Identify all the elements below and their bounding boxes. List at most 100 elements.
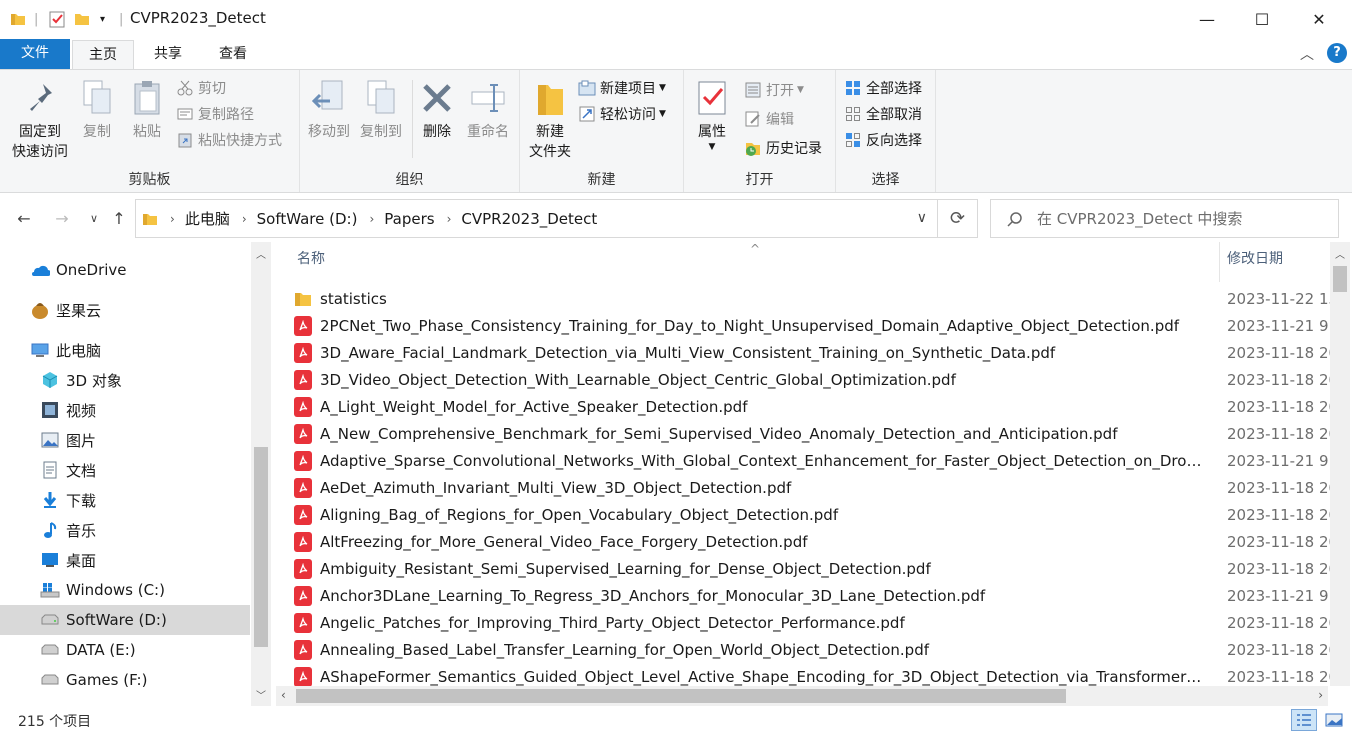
file-row[interactable]: AeDet_Azimuth_Invariant_Multi_View_3D_Ob… <box>294 474 1338 501</box>
scissors-icon <box>176 79 194 97</box>
select-none-button[interactable]: 全部取消 <box>844 102 922 126</box>
file-row[interactable]: 3D_Aware_Facial_Landmark_Detection_via_M… <box>294 339 1338 366</box>
file-row[interactable]: AltFreezing_for_More_General_Video_Face_… <box>294 528 1338 555</box>
paste-button[interactable]: 粘贴 <box>124 76 170 142</box>
nav-pane-scrollbar[interactable]: ︿ ﹀ <box>251 242 271 706</box>
delete-button[interactable]: 删除 <box>416 76 458 142</box>
file-row[interactable]: 2PCNet_Two_Phase_Consistency_Training_fo… <box>294 312 1334 339</box>
scrollbar-thumb[interactable] <box>1333 266 1347 292</box>
copy-path-button[interactable]: 复制路径 <box>176 102 254 126</box>
nav-item-nutstore[interactable]: 坚果云 <box>0 295 250 325</box>
help-icon[interactable]: ? <box>1327 43 1347 63</box>
close-button[interactable]: ✕ <box>1292 0 1346 38</box>
horizontal-scrollbar[interactable]: ‹ › <box>276 686 1328 706</box>
address-dropdown-chevron-icon[interactable]: ∨ <box>917 210 927 226</box>
details-view-icon[interactable] <box>1291 709 1317 731</box>
easy-access-button[interactable]: 轻松访问 ▼ <box>578 102 666 126</box>
back-arrow-icon[interactable]: ← <box>12 206 36 230</box>
address-bar[interactable]: › 此电脑 › SoftWare (D:) › Papers › CVPR202… <box>135 199 938 238</box>
file-name: 2PCNet_Two_Phase_Consistency_Training_fo… <box>320 316 1180 335</box>
file-row[interactable]: Angelic_Patches_for_Improving_Third_Part… <box>294 609 1338 636</box>
file-row[interactable]: Adaptive_Sparse_Convolutional_Networks_W… <box>294 447 1334 474</box>
new-folder-button[interactable]: 新建 文件夹 <box>524 76 576 162</box>
rename-button[interactable]: 重命名 <box>462 76 514 142</box>
file-row[interactable]: Ambiguity_Resistant_Semi_Supervised_Lear… <box>294 555 1338 582</box>
folder-icon[interactable] <box>10 9 26 29</box>
nav-item-this-pc[interactable]: 此电脑 <box>0 335 250 365</box>
nav-item-music[interactable]: 音乐 <box>0 515 250 545</box>
breadcrumb-papers[interactable]: Papers <box>384 210 434 228</box>
search-box[interactable] <box>990 199 1339 238</box>
breadcrumb-separator[interactable]: › <box>447 212 452 226</box>
copy-button[interactable]: 复制 <box>76 76 118 142</box>
breadcrumb-current-folder[interactable]: CVPR2023_Detect <box>461 210 597 228</box>
this-pc-icon <box>30 340 50 360</box>
select-all-button[interactable]: 全部选择 <box>844 76 922 100</box>
refresh-icon[interactable]: ⟳ <box>938 199 978 238</box>
select-group-label: 选择 <box>871 172 900 188</box>
customize-qat-chevron-icon[interactable]: ▾ <box>100 9 105 29</box>
forward-arrow-icon[interactable]: → <box>50 206 74 230</box>
scroll-right-chevron-icon[interactable]: › <box>1318 688 1323 702</box>
open-button[interactable]: 打开 ▼ <box>744 78 804 102</box>
3d-objects-icon <box>40 370 60 390</box>
minimize-button[interactable]: — <box>1180 0 1234 38</box>
scroll-left-chevron-icon[interactable]: ‹ <box>281 688 286 702</box>
nav-item-downloads[interactable]: 下载 <box>0 485 250 515</box>
scrollbar-thumb[interactable] <box>254 447 268 647</box>
column-header-date[interactable]: 修改日期 <box>1227 248 1283 268</box>
folder-row[interactable]: statistics 2023-11-22 15 <box>294 285 1338 312</box>
breadcrumb-separator[interactable]: › <box>369 212 374 226</box>
search-input[interactable] <box>1037 209 1327 228</box>
column-header-name[interactable]: 名称 <box>297 248 325 268</box>
pin-quick-access-button[interactable]: 固定到 快速访问 <box>6 76 74 162</box>
properties-button[interactable]: 属性 ▼ <box>688 76 736 152</box>
collapse-ribbon-chevron-icon[interactable]: ︿ <box>1300 44 1314 64</box>
new-folder-quick-icon[interactable] <box>74 9 90 29</box>
properties-quick-icon[interactable] <box>48 9 66 29</box>
large-icons-view-icon[interactable] <box>1322 709 1346 731</box>
breadcrumb-separator[interactable]: › <box>242 212 247 226</box>
file-row[interactable]: Aligning_Bag_of_Regions_for_Open_Vocabul… <box>294 501 1338 528</box>
invert-selection-button[interactable]: 反向选择 <box>844 128 922 152</box>
nav-item-desktop[interactable]: 桌面 <box>0 545 250 575</box>
new-item-button[interactable]: 新建项目 ▼ <box>578 76 666 100</box>
breadcrumb-this-pc[interactable]: 此电脑 <box>185 208 230 229</box>
nav-item-pictures[interactable]: 图片 <box>0 425 250 455</box>
tab-share[interactable]: 共享 <box>140 40 196 69</box>
nav-item-videos[interactable]: 视频 <box>0 395 250 425</box>
nav-item-games-f[interactable]: Games (F:) <box>0 665 250 695</box>
file-row[interactable]: 3D_Video_Object_Detection_With_Learnable… <box>294 366 1338 393</box>
up-arrow-icon[interactable]: ↑ <box>107 206 131 230</box>
tab-file[interactable]: 文件 <box>0 39 70 69</box>
file-row[interactable]: Anchor3DLane_Learning_To_Regress_3D_Anch… <box>294 582 1334 609</box>
edit-label: 编辑 <box>766 112 794 128</box>
tab-home[interactable]: 主页 <box>72 40 134 69</box>
file-list-scrollbar[interactable]: ︿ <box>1330 242 1350 686</box>
history-button[interactable]: 历史记录 <box>744 136 822 160</box>
maximize-button[interactable]: ☐ <box>1235 0 1289 38</box>
nav-item-documents[interactable]: 文档 <box>0 455 250 485</box>
scroll-down-chevron-icon[interactable]: ﹀ <box>256 687 266 702</box>
scrollbar-thumb[interactable] <box>296 689 1066 703</box>
paste-shortcut-button[interactable]: 粘贴快捷方式 <box>176 128 282 152</box>
edit-button[interactable]: 编辑 <box>744 107 794 131</box>
nav-item-windows-c[interactable]: Windows (C:) <box>0 575 250 605</box>
breadcrumb-software-drive[interactable]: SoftWare (D:) <box>257 210 358 228</box>
file-row[interactable]: A_New_Comprehensive_Benchmark_for_Semi_S… <box>294 420 1338 447</box>
breadcrumb-separator[interactable]: › <box>170 212 175 226</box>
recent-locations-chevron-icon[interactable]: ∨ <box>82 206 106 230</box>
move-to-button[interactable]: 移动到 <box>304 76 354 142</box>
nav-item-onedrive[interactable]: OneDrive <box>0 255 250 285</box>
nav-item-3d-objects[interactable]: 3D 对象 <box>0 365 250 395</box>
scroll-up-chevron-icon[interactable]: ︿ <box>256 246 266 261</box>
tab-view[interactable]: 查看 <box>205 40 261 69</box>
nav-item-data-e[interactable]: DATA (E:) <box>0 635 250 665</box>
cut-button[interactable]: 剪切 <box>176 76 226 100</box>
nav-item-software-d[interactable]: SoftWare (D:) <box>0 605 250 635</box>
scroll-up-chevron-icon[interactable]: ︿ <box>1335 246 1345 261</box>
column-divider[interactable] <box>1219 242 1220 282</box>
file-row[interactable]: A_Light_Weight_Model_for_Active_Speaker_… <box>294 393 1338 420</box>
file-row[interactable]: Annealing_Based_Label_Transfer_Learning_… <box>294 636 1338 663</box>
copy-to-button[interactable]: 复制到 <box>356 76 406 142</box>
